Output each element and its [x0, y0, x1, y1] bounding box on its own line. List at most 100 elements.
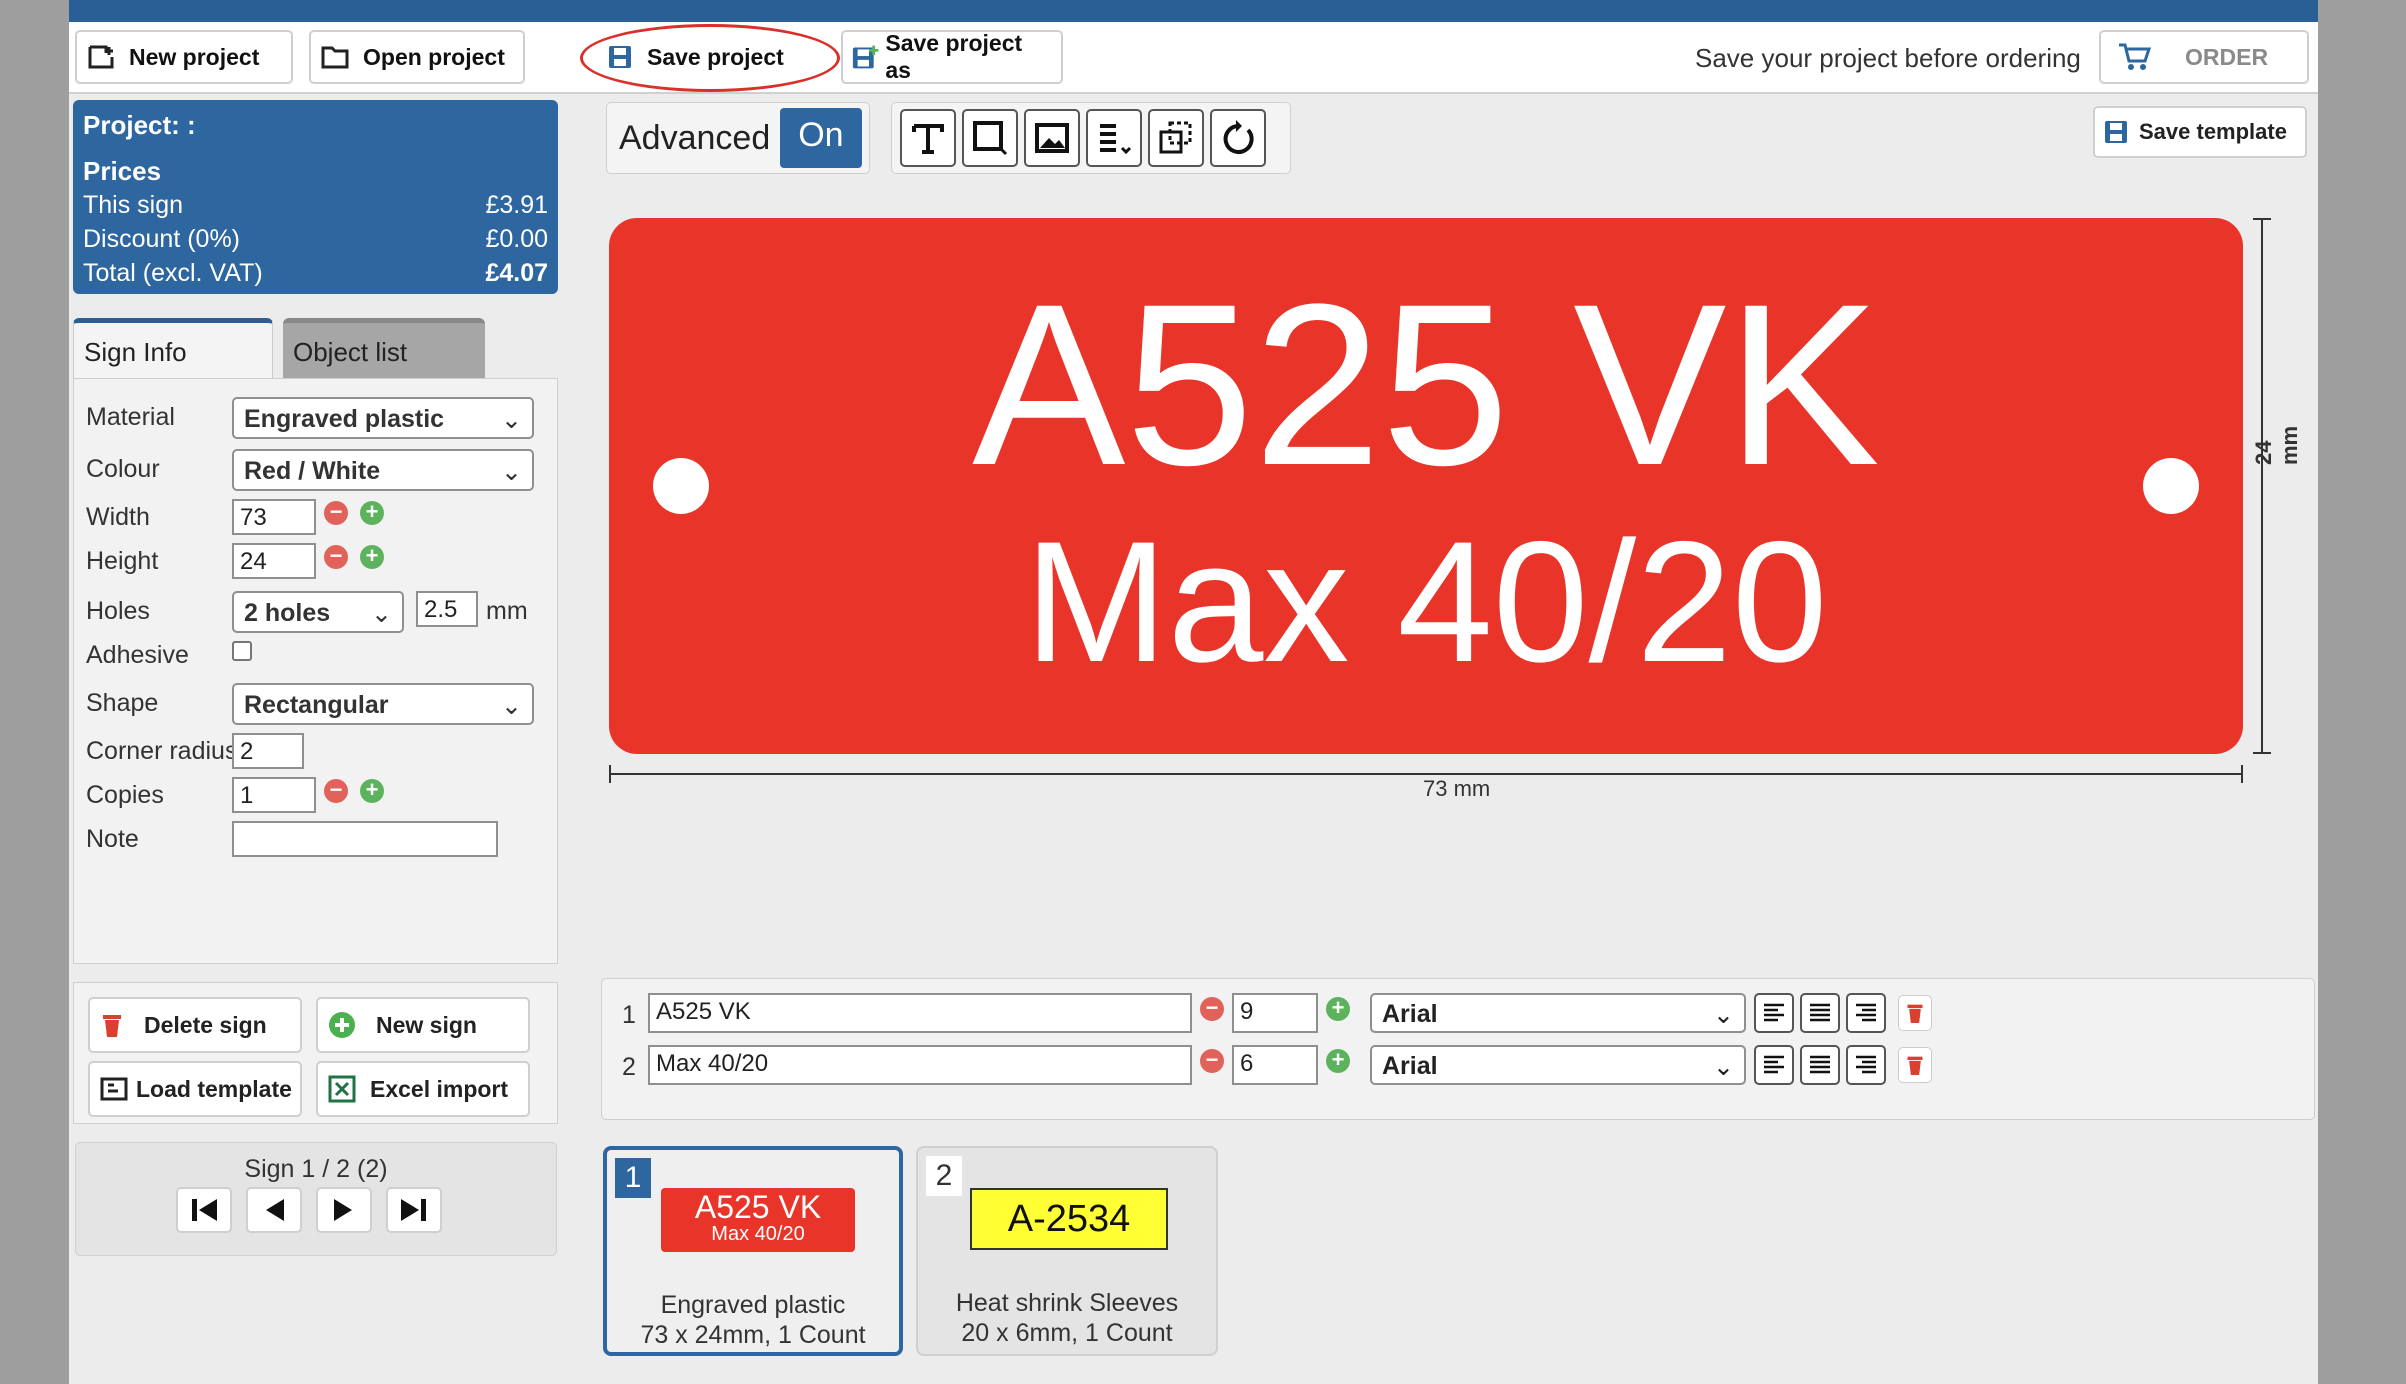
load-template-label: Load template: [136, 1075, 292, 1102]
price-row: Total (excl. VAT) £4.07: [83, 256, 548, 290]
save-project-as-button[interactable]: Save project as: [841, 30, 1063, 84]
shape-select[interactable]: Rectangular ⌄: [232, 683, 534, 725]
width-label: Width: [86, 503, 150, 531]
align-right-icon: [1856, 1055, 1876, 1074]
material-select[interactable]: Engraved plastic ⌄: [232, 397, 534, 439]
excel-import-button[interactable]: Excel import: [316, 1061, 530, 1117]
align-left-icon: [1764, 1055, 1784, 1074]
holes-select[interactable]: 2 holes ⌄: [232, 591, 404, 633]
price-label: Total (excl. VAT): [83, 259, 263, 287]
next-sign-button[interactable]: [316, 1187, 372, 1233]
chevron-down-icon: ⌄: [1713, 1001, 1734, 1029]
save-template-button[interactable]: Save template: [2093, 106, 2307, 158]
open-project-button[interactable]: Open project: [309, 30, 525, 84]
line-text-input[interactable]: Max 40/20: [648, 1045, 1192, 1085]
adhesive-label: Adhesive: [86, 641, 189, 669]
delete-sign-label: Delete sign: [144, 1011, 267, 1038]
font-select[interactable]: Arial ⌄: [1370, 993, 1746, 1033]
tab-sign-info[interactable]: Sign Info: [73, 318, 273, 380]
height-dimension-label: 24 mm: [2251, 425, 2302, 465]
delete-line-button[interactable]: [1898, 1047, 1932, 1083]
order-note: Save your project before ordering: [1695, 42, 2081, 73]
align-center-button[interactable]: [1800, 1045, 1840, 1085]
line-size-input[interactable]: 9: [1232, 993, 1318, 1033]
add-frame-tool[interactable]: [962, 109, 1018, 167]
new-project-button[interactable]: New project: [75, 30, 293, 84]
sign-preview[interactable]: A525 VK Max 40/20: [609, 218, 2243, 754]
width-dimension-label: 73 mm: [1423, 776, 1491, 801]
trash-icon: [1907, 1004, 1923, 1023]
add-list-tool[interactable]: [1086, 109, 1142, 167]
add-text-tool[interactable]: [900, 109, 956, 167]
sign-navigation: Sign 1 / 2 (2): [75, 1142, 557, 1256]
height-input[interactable]: 24: [232, 543, 316, 579]
align-center-button[interactable]: [1800, 993, 1840, 1033]
resize-icon: [1159, 121, 1192, 154]
save-project-as-label: Save project as: [885, 30, 1023, 83]
line-text-input[interactable]: A525 VK: [648, 993, 1192, 1033]
tab-object-list[interactable]: Object list: [283, 318, 485, 380]
copies-input[interactable]: 1: [232, 777, 316, 813]
align-right-button[interactable]: [1846, 1045, 1886, 1085]
corner-radius-input[interactable]: 2: [232, 733, 304, 769]
font-value: Arial: [1382, 1000, 1438, 1028]
size-minus-button[interactable]: −: [1200, 1049, 1224, 1073]
delete-line-button[interactable]: [1898, 995, 1932, 1031]
width-plus-button[interactable]: +: [360, 501, 384, 525]
sign-actions-panel: Delete sign New sign Load template Excel…: [73, 982, 558, 1124]
note-input[interactable]: [232, 821, 498, 857]
card-thumbnail: A-2534: [970, 1188, 1168, 1250]
previous-sign-button[interactable]: [246, 1187, 302, 1233]
chevron-down-icon: ⌄: [501, 406, 522, 434]
copies-minus-button[interactable]: −: [324, 779, 348, 803]
text-lines-panel: 1 A525 VK − 9 + Arial ⌄ 2 Max 40/20 − 6 +…: [601, 978, 2315, 1120]
new-sign-button[interactable]: New sign: [316, 997, 530, 1053]
width-minus-button[interactable]: −: [324, 501, 348, 525]
chevron-down-icon: ⌄: [371, 600, 392, 628]
price-value: £3.91: [485, 191, 548, 219]
prices-heading: Prices: [83, 156, 162, 186]
line-size-input[interactable]: 6: [1232, 1045, 1318, 1085]
copies-plus-button[interactable]: +: [360, 779, 384, 803]
size-plus-button[interactable]: +: [1326, 1049, 1350, 1073]
card-thumbnail: A525 VK Max 40/20: [661, 1188, 855, 1252]
font-select[interactable]: Arial ⌄: [1370, 1045, 1746, 1085]
hole-size-input[interactable]: 2.5: [416, 591, 478, 627]
adhesive-checkbox[interactable]: [232, 641, 252, 661]
skip-first-icon: [192, 1199, 217, 1221]
save-project-button[interactable]: Save project: [595, 30, 823, 84]
chevron-down-icon: ⌄: [501, 458, 522, 486]
resize-tool[interactable]: [1148, 109, 1204, 167]
cart-icon: [2119, 43, 2151, 70]
align-right-button[interactable]: [1846, 993, 1886, 1033]
align-left-button[interactable]: [1754, 993, 1794, 1033]
width-dimension-line: [609, 765, 2243, 783]
height-minus-button[interactable]: −: [324, 545, 348, 569]
order-label: ORDER: [2185, 43, 2269, 70]
delete-sign-button[interactable]: Delete sign: [88, 997, 302, 1053]
sign-info-panel: Material Engraved plastic ⌄ Colour Red / …: [73, 378, 558, 964]
load-template-button[interactable]: Load template: [88, 1061, 302, 1117]
add-image-tool[interactable]: [1024, 109, 1080, 167]
advanced-toggle[interactable]: On: [780, 108, 862, 168]
advanced-label: Advanced: [619, 118, 771, 157]
size-minus-button[interactable]: −: [1200, 997, 1224, 1021]
card-caption-size: 20 x 6mm, 1 Count: [961, 1319, 1173, 1347]
price-row: Discount (0%) £0.00: [83, 222, 548, 256]
height-plus-button[interactable]: +: [360, 545, 384, 569]
align-left-button[interactable]: [1754, 1045, 1794, 1085]
colour-select[interactable]: Red / White ⌄: [232, 449, 534, 491]
order-button[interactable]: ORDER: [2099, 30, 2309, 84]
reset-tool[interactable]: [1210, 109, 1266, 167]
copies-label: Copies: [86, 781, 164, 809]
sign-line-2[interactable]: Max 40/20: [609, 516, 2243, 688]
size-plus-button[interactable]: +: [1326, 997, 1350, 1021]
card-caption: Heat shrink Sleeves: [955, 1289, 1179, 1317]
excel-icon: [328, 1075, 356, 1103]
width-input[interactable]: 73: [232, 499, 316, 535]
last-sign-button[interactable]: [386, 1187, 442, 1233]
first-sign-button[interactable]: [176, 1187, 232, 1233]
sign-line-1[interactable]: A525 VK: [609, 270, 2243, 500]
sign-card[interactable]: 1 A525 VK Max 40/20 Engraved plastic 73 …: [603, 1146, 903, 1356]
sign-card[interactable]: 2 A-2534 Heat shrink Sleeves 20 x 6mm, 1…: [916, 1146, 1218, 1356]
